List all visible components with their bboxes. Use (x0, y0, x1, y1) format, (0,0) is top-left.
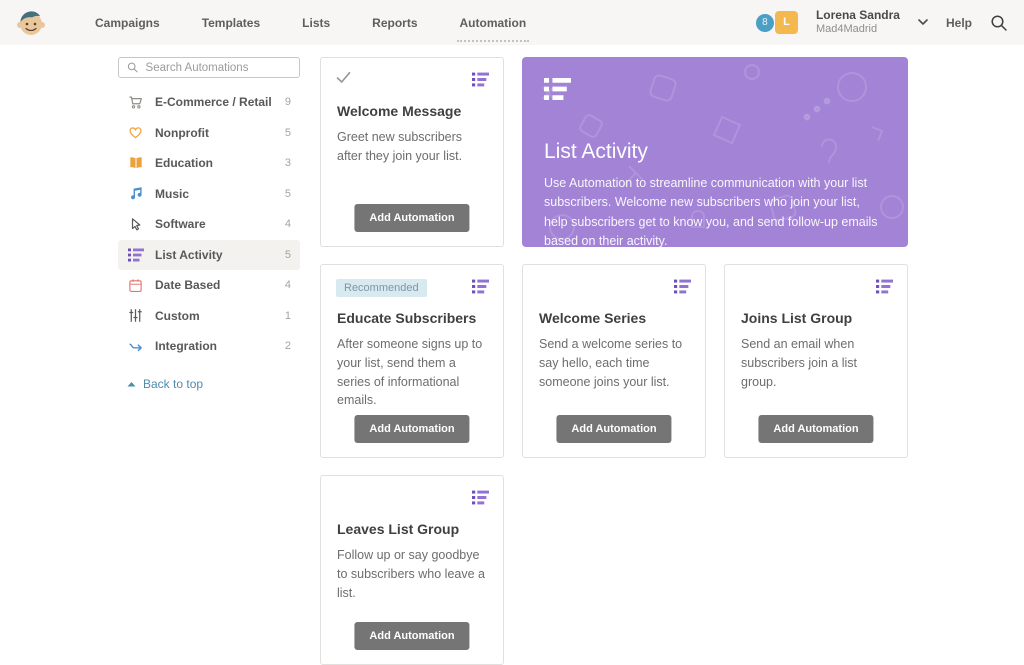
category-count: 4 (285, 279, 291, 291)
sidebar-item-label: Custom (155, 309, 285, 323)
list-activity-banner[interactable]: List Activity Use Automation to streamli… (522, 57, 908, 247)
list-activity-icon (876, 279, 893, 299)
sidebar-item-integration[interactable]: Integration 2 (118, 331, 300, 362)
list-activity-icon (472, 279, 489, 299)
card-title: Leaves List Group (337, 521, 487, 537)
heart-icon (127, 125, 144, 140)
category-count: 5 (285, 188, 291, 200)
integration-arrow-icon (127, 340, 144, 353)
sidebar-item-label: Education (155, 156, 285, 170)
automation-cards-grid: Welcome Message Greet new subscribers af… (320, 57, 908, 665)
sidebar-item-label: Software (155, 217, 285, 231)
add-automation-button[interactable]: Add Automation (556, 415, 671, 443)
category-count: 5 (285, 127, 291, 139)
music-note-icon (127, 186, 144, 201)
card-description: Send a welcome series to say hello, each… (539, 335, 689, 391)
nav-templates[interactable]: Templates (181, 0, 281, 45)
sidebar-item-label: Nonprofit (155, 126, 285, 140)
sidebar-item-custom[interactable]: Custom 1 (118, 301, 300, 332)
card-welcome-message[interactable]: Welcome Message Greet new subscribers af… (320, 57, 504, 247)
automation-categories-sidebar: E-Commerce / Retail 9 Nonprofit 5 Educat… (118, 57, 300, 391)
card-title: Educate Subscribers (337, 310, 487, 326)
card-title: Welcome Series (539, 310, 689, 326)
sidebar-item-nonprofit[interactable]: Nonprofit 5 (118, 118, 300, 149)
list-icon-white (544, 77, 571, 101)
back-to-top-label: Back to top (143, 377, 203, 391)
nav-lists[interactable]: Lists (281, 0, 351, 45)
user-name: Lorena Sandra (816, 8, 900, 23)
category-count: 3 (285, 157, 291, 169)
search-automations-box[interactable] (118, 57, 300, 78)
header-right-cluster: 8 L Lorena Sandra Mad4Madrid Help (756, 0, 1008, 45)
user-menu[interactable]: Lorena Sandra Mad4Madrid (816, 8, 900, 37)
nav-campaigns[interactable]: Campaigns (74, 0, 181, 45)
add-automation-button[interactable]: Add Automation (354, 415, 469, 443)
list-icon (127, 248, 144, 262)
avatar[interactable]: L (775, 11, 798, 34)
cursor-icon (127, 217, 144, 232)
list-activity-icon (472, 72, 489, 92)
recommended-badge: Recommended (336, 279, 427, 297)
banner-content: List Activity Use Automation to streamli… (544, 77, 886, 247)
category-count: 5 (285, 249, 291, 261)
banner-description: Use Automation to streamline communicati… (544, 174, 886, 247)
nav-reports[interactable]: Reports (351, 0, 438, 45)
mailchimp-logo[interactable] (16, 0, 46, 45)
banner-title: List Activity (544, 140, 886, 164)
category-list: E-Commerce / Retail 9 Nonprofit 5 Educat… (118, 87, 300, 362)
book-icon (127, 156, 144, 170)
sidebar-item-education[interactable]: Education 3 (118, 148, 300, 179)
top-nav-bar: Campaigns Templates Lists Reports Automa… (0, 0, 1024, 45)
sidebar-item-music[interactable]: Music 5 (118, 179, 300, 210)
card-leaves-list-group[interactable]: Leaves List Group Follow up or say goodb… (320, 475, 504, 665)
sidebar-item-label: E-Commerce / Retail (155, 95, 285, 109)
add-automation-button[interactable]: Add Automation (354, 622, 469, 650)
card-educate-subscribers[interactable]: Recommended Educate Subscribers After so… (320, 264, 504, 458)
category-count: 1 (285, 310, 291, 322)
add-automation-button[interactable]: Add Automation (758, 415, 873, 443)
card-description: Follow up or say goodbye to subscribers … (337, 546, 487, 602)
caret-up-icon (127, 381, 136, 387)
primary-nav: Campaigns Templates Lists Reports Automa… (74, 0, 547, 45)
category-count: 4 (285, 218, 291, 230)
card-welcome-series[interactable]: Welcome Series Send a welcome series to … (522, 264, 706, 458)
user-menu-toggle[interactable] (918, 19, 928, 26)
account-badges[interactable]: 8 L (756, 11, 798, 35)
check-icon (336, 71, 351, 89)
back-to-top-link[interactable]: Back to top (118, 377, 300, 391)
sidebar-item-label: List Activity (155, 248, 285, 262)
category-count: 9 (285, 96, 291, 108)
sliders-icon (127, 308, 144, 323)
freddie-monkey-icon (16, 8, 46, 38)
sidebar-item-label: Integration (155, 339, 285, 353)
search-automations-input[interactable] (146, 62, 291, 74)
card-title: Joins List Group (741, 310, 891, 326)
card-title: Welcome Message (337, 103, 487, 119)
category-count: 2 (285, 340, 291, 352)
help-link[interactable]: Help (946, 16, 972, 30)
header-search-button[interactable] (990, 14, 1008, 32)
user-org: Mad4Madrid (816, 23, 900, 37)
calendar-icon (127, 278, 144, 293)
sidebar-item-label: Date Based (155, 278, 285, 292)
nav-automation[interactable]: Automation (439, 0, 548, 45)
card-description: Send an email when subscribers join a li… (741, 335, 891, 391)
sidebar-item-date-based[interactable]: Date Based 4 (118, 270, 300, 301)
sidebar-item-list-activity[interactable]: List Activity 5 (118, 240, 300, 271)
sidebar-item-software[interactable]: Software 4 (118, 209, 300, 240)
sidebar-item-label: Music (155, 187, 285, 201)
card-description: Greet new subscribers after they join yo… (337, 128, 487, 166)
search-icon (990, 14, 1008, 32)
add-automation-button[interactable]: Add Automation (354, 204, 469, 232)
list-activity-icon (472, 490, 489, 510)
chevron-down-icon (918, 19, 928, 26)
sidebar-item-ecommerce[interactable]: E-Commerce / Retail 9 (118, 87, 300, 118)
list-activity-icon (674, 279, 691, 299)
cart-icon (127, 95, 144, 110)
card-joins-list-group[interactable]: Joins List Group Send an email when subs… (724, 264, 908, 458)
search-icon (127, 61, 139, 74)
card-description: After someone signs up to your list, sen… (337, 335, 487, 410)
notification-badge[interactable]: 8 (756, 14, 774, 32)
